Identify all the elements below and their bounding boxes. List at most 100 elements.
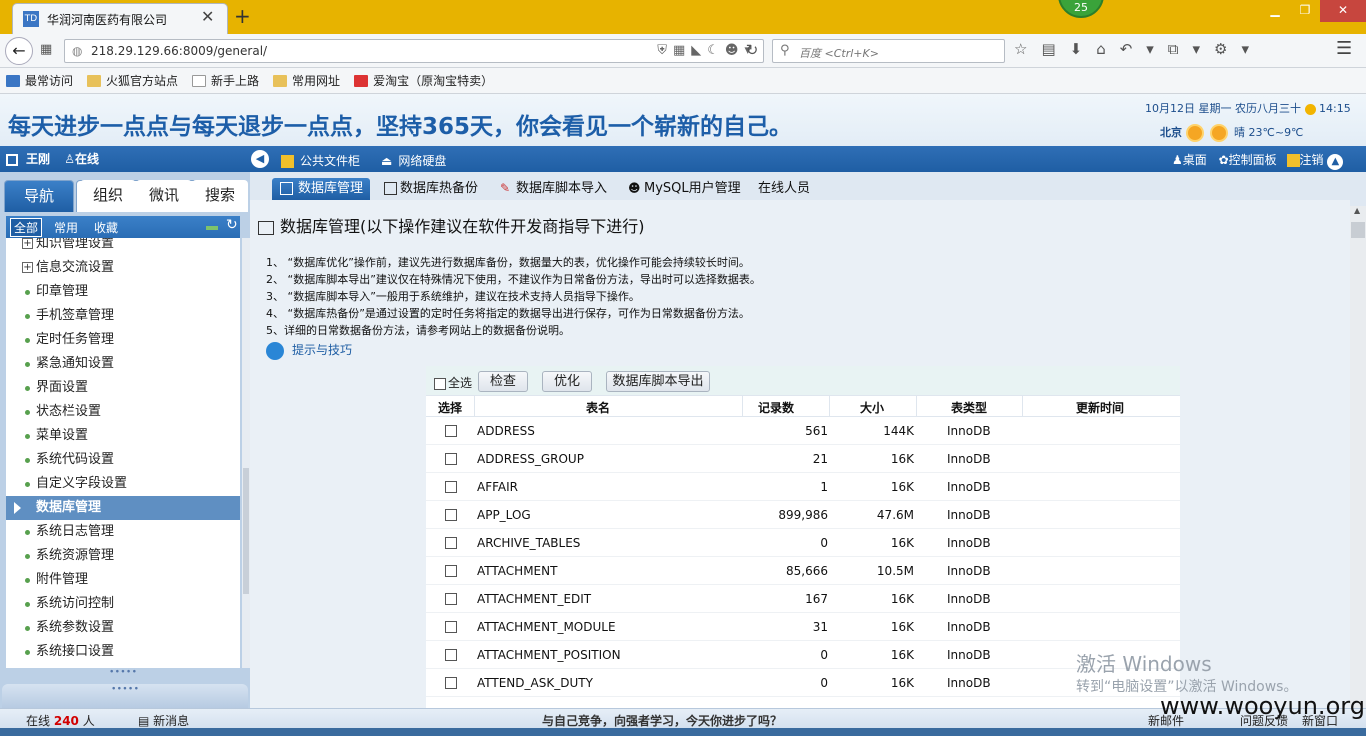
header-update-time[interactable]: 更新时间 (1076, 399, 1124, 416)
browser-tab[interactable]: TD 华润河南医药有限公司 ✕ (12, 3, 228, 34)
tab-database-management[interactable]: 数据库管理 (272, 178, 370, 200)
new-message-link[interactable]: ▤ 新消息 (138, 712, 189, 729)
sidebar-item[interactable]: 印章管理 (6, 280, 240, 304)
net-disk-link[interactable]: ⏏ 网络硬盘 (381, 152, 446, 169)
window-close-button[interactable]: ✕ (1320, 0, 1366, 22)
bookmark-getting-started[interactable]: 新手上路 (192, 72, 259, 89)
row-checkbox[interactable] (445, 537, 457, 549)
record-count-cell: 0 (820, 676, 828, 690)
new-tab-button[interactable]: + (234, 4, 251, 28)
close-tab-icon[interactable]: ✕ (201, 7, 214, 26)
bookmark-firefox-site[interactable]: 火狐官方站点 (87, 72, 178, 89)
tab-navigation[interactable]: 导航 (4, 180, 74, 212)
resize-grip[interactable]: ∙∙∙∙∙ (6, 668, 240, 680)
desktop-link[interactable]: ♟桌面 (1172, 153, 1207, 167)
row-checkbox[interactable] (445, 649, 457, 661)
row-checkbox[interactable] (445, 677, 457, 689)
bookmark-label: 常用网址 (292, 74, 341, 88)
sidebar-item[interactable]: 系统代码设置 (6, 448, 240, 472)
row-checkbox[interactable] (445, 481, 457, 493)
bookmark-ai-taobao[interactable]: 爱淘宝（原淘宝特卖） (354, 72, 493, 89)
header-records[interactable]: 记录数 (758, 399, 794, 416)
sidebar-item[interactable]: + 信息交流设置 (6, 256, 240, 280)
optimize-button[interactable]: 优化 (542, 371, 592, 392)
minimize-button[interactable]: ▁ (1260, 0, 1290, 22)
refresh-icon[interactable]: ↻ (226, 217, 238, 233)
sidebar-item[interactable]: 定时任务管理 (6, 328, 240, 352)
sidebar-item[interactable]: 界面设置 (6, 376, 240, 400)
table-name-cell: ADDRESS (477, 424, 535, 438)
header-table-type[interactable]: 表类型 (951, 399, 987, 416)
tab-micro-message[interactable]: 微讯 (136, 180, 192, 212)
bullet-icon (25, 554, 30, 559)
sidebar-item[interactable]: 系统访问控制 (6, 592, 240, 616)
header-table-name[interactable]: 表名 (586, 399, 610, 416)
sidebar-item[interactable]: 系统日志管理 (6, 520, 240, 544)
sidebar-item[interactable]: 菜单设置 (6, 424, 240, 448)
row-checkbox[interactable] (445, 509, 457, 521)
back-button[interactable]: ← (5, 37, 33, 65)
user-info[interactable]: 王刚 ♙在线 (6, 150, 99, 167)
control-panel-link[interactable]: ✿控制面板 (1219, 153, 1277, 167)
row-checkbox[interactable] (445, 425, 457, 437)
bullet-icon (25, 530, 30, 535)
sidebar-item[interactable]: 紧急通知设置 (6, 352, 240, 376)
left-scrollbar-thumb[interactable] (243, 468, 249, 594)
bookmark-label: 火狐官方站点 (106, 74, 179, 88)
tips-link[interactable]: 提示与技巧 (266, 341, 352, 360)
export-script-button[interactable]: 数据库脚本导出 (606, 371, 710, 392)
notification-badge[interactable]: 25 (1058, 0, 1104, 18)
sidebar-item[interactable]: 系统资源管理 (6, 544, 240, 568)
bullet-icon (25, 458, 30, 463)
maximize-button[interactable]: ❐ (1290, 0, 1320, 22)
content-scrollbar-thumb[interactable] (1351, 222, 1365, 238)
subtab-favorites[interactable]: 收藏 (94, 219, 118, 236)
row-checkbox[interactable] (445, 453, 457, 465)
tab-database-script-import[interactable]: ✎ 数据库脚本导入 (498, 178, 607, 200)
check-button[interactable]: 检查 (478, 371, 528, 392)
sidebar-item[interactable]: 附件管理 (6, 568, 240, 592)
subtab-all[interactable]: 全部 (10, 218, 43, 237)
sidebar-item[interactable]: + 知识管理设置 (6, 238, 240, 256)
collapse-all-icon[interactable] (206, 226, 218, 230)
toolbar-icons[interactable]: ☆▤⬇⌂↶▾⧉▾⚙▾ (1014, 40, 1263, 58)
online-count[interactable]: 在线 240 人 (26, 712, 95, 729)
reload-icon[interactable]: ↻ (738, 39, 766, 63)
tab-search[interactable]: 搜索 (192, 180, 248, 212)
tab-online-users[interactable]: 在线人员 (740, 178, 810, 200)
collapse-left-icon[interactable]: ◀ (251, 150, 269, 168)
url-bar[interactable]: ◍ 218.29.129.66:8009/general/ ⛨▦◣☾☻▾ (64, 39, 764, 63)
sidebar-item[interactable]: 自定义字段设置 (6, 472, 240, 496)
row-checkbox[interactable] (445, 593, 457, 605)
tab-mysql-user-management[interactable]: ☻ MySQL用户管理 (626, 178, 741, 200)
header-size[interactable]: 大小 (860, 399, 884, 416)
logout-link[interactable]: 注销 (1286, 153, 1324, 167)
sidebar-item[interactable]: 状态栏设置 (6, 400, 240, 424)
table-type-cell: InnoDB (947, 592, 991, 606)
sidebar-item[interactable]: 手机签章管理 (6, 304, 240, 328)
bookmark-most-visited[interactable]: 最常访问 (6, 72, 73, 89)
subtab-common[interactable]: 常用 (54, 219, 78, 236)
sidebar-item[interactable]: 系统接口设置 (6, 640, 240, 664)
table-type-cell: InnoDB (947, 536, 991, 550)
left-scrollbar[interactable] (242, 238, 250, 668)
scroll-up-icon[interactable]: ▲ (1354, 206, 1360, 215)
tab-database-hot-backup[interactable]: 数据库热备份 (382, 178, 478, 200)
tab-organization[interactable]: 组织 (80, 180, 136, 212)
content-scrollbar[interactable] (1350, 206, 1366, 708)
row-checkbox[interactable] (445, 565, 457, 577)
bookmark-common-sites[interactable]: 常用网址 (273, 72, 340, 89)
select-all-checkbox[interactable]: 全选 (434, 374, 472, 391)
control-panel-label: 控制面板 (1228, 153, 1277, 167)
hamburger-menu-icon[interactable]: ☰ (1336, 38, 1352, 59)
search-bar[interactable]: ⚲ 百度 <Ctrl+K> (772, 39, 1005, 63)
public-cabinet-link[interactable]: 公共文件柜 (281, 152, 360, 169)
history-icon[interactable]: ▦ (40, 42, 52, 57)
size-cell: 16K (890, 536, 914, 550)
left-bottom-panel[interactable]: ∙∙∙∙∙ (2, 684, 248, 708)
row-checkbox[interactable] (445, 621, 457, 633)
collapse-top-icon[interactable]: ▲ (1327, 154, 1344, 170)
sidebar-item[interactable]: 系统参数设置 (6, 616, 240, 640)
sidebar-item[interactable]: 数据库管理 (6, 496, 240, 520)
table-type-cell: InnoDB (947, 424, 991, 438)
